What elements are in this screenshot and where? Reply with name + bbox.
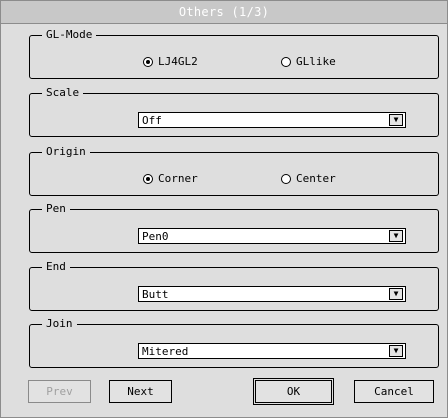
end-group: End Butt ▼ [29, 260, 439, 311]
gl-mode-option-gllike[interactable]: GLlike [281, 55, 336, 68]
origin-option-center[interactable]: Center [281, 172, 336, 185]
gl-mode-option-label: LJ4GL2 [158, 55, 198, 68]
scale-label: Scale [46, 86, 80, 99]
gl-mode-option-lj4gl2[interactable]: LJ4GL2 [143, 55, 198, 68]
end-label: End [46, 260, 66, 273]
origin-option-label: Center [296, 172, 336, 185]
end-dropdown[interactable]: Butt ▼ [138, 286, 406, 302]
chevron-down-icon[interactable]: ▼ [389, 114, 403, 126]
end-value: Butt [142, 287, 169, 301]
pen-label: Pen [46, 202, 66, 215]
origin-group: Origin Corner Center [29, 145, 439, 196]
radio-selected-icon [143, 56, 153, 67]
chevron-down-icon[interactable]: ▼ [389, 230, 403, 242]
prev-button-label: Prev [46, 385, 73, 398]
gl-mode-group: GL-Mode LJ4GL2 GLlike [29, 28, 439, 79]
chevron-down-icon[interactable]: ▼ [389, 288, 403, 300]
gl-mode-label: GL-Mode [46, 28, 93, 41]
pen-dropdown[interactable]: Pen0 ▼ [138, 228, 406, 244]
join-label: Join [46, 317, 73, 330]
scale-group: Scale Off ▼ [29, 86, 439, 137]
next-button-label: Next [127, 385, 154, 398]
radio-selected-icon [143, 173, 153, 184]
ok-button-label: OK [286, 385, 301, 398]
ok-button[interactable]: OK [253, 378, 334, 405]
radio-unselected-icon [281, 173, 291, 184]
cancel-button-label: Cancel [374, 385, 414, 398]
scale-value: Off [142, 113, 162, 127]
scale-dropdown[interactable]: Off ▼ [138, 112, 406, 128]
radio-unselected-icon [281, 56, 291, 67]
cancel-button[interactable]: Cancel [354, 380, 434, 403]
window-title-bar: Others (1/3) [0, 0, 448, 24]
join-dropdown[interactable]: Mitered ▼ [138, 343, 406, 359]
origin-option-label: Corner [158, 172, 198, 185]
origin-label: Origin [46, 145, 86, 158]
join-value: Mitered [142, 344, 189, 358]
prev-button[interactable]: Prev [28, 380, 91, 403]
join-group: Join Mitered ▼ [29, 317, 439, 368]
window-title: Others (1/3) [178, 5, 270, 19]
next-button[interactable]: Next [109, 380, 172, 403]
origin-option-corner[interactable]: Corner [143, 172, 198, 185]
gl-mode-option-label: GLlike [296, 55, 336, 68]
pen-group: Pen Pen0 ▼ [29, 202, 439, 253]
pen-value: Pen0 [142, 229, 169, 243]
chevron-down-icon[interactable]: ▼ [389, 345, 403, 357]
others-dialog: GL-Mode LJ4GL2 GLlike Scale Off ▼ Origin… [0, 23, 448, 418]
